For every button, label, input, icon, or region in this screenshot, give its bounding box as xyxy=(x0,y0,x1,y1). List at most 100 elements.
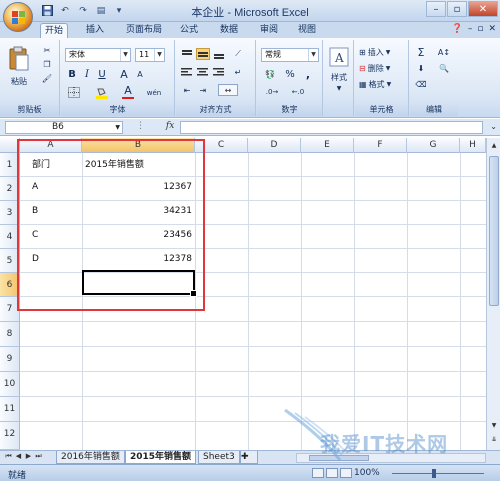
column-header-g[interactable]: G xyxy=(407,138,460,153)
row-header-9[interactable]: 9 xyxy=(0,347,20,372)
merge-center-icon[interactable]: ↔ xyxy=(216,84,240,96)
tab-home[interactable]: 开始 xyxy=(40,23,69,38)
cell-a3[interactable]: B xyxy=(32,206,38,216)
find-select-icon[interactable]: 🔍 xyxy=(434,62,454,74)
ribbon-close-icon[interactable]: ✕ xyxy=(488,24,496,34)
column-header-a[interactable]: A xyxy=(20,138,82,153)
percent-button[interactable]: % xyxy=(283,68,297,80)
bold-button[interactable]: B xyxy=(65,68,79,81)
last-sheet-icon[interactable]: ⏭ xyxy=(34,452,43,461)
maximize-icon[interactable]: ▫ xyxy=(447,1,467,17)
ribbon-restore-icon[interactable]: ▫ xyxy=(477,24,483,34)
format-painter-icon[interactable]: 🖌 xyxy=(40,72,54,84)
font-size-combo[interactable]: 11 ▼ xyxy=(135,48,165,62)
clear-icon[interactable]: ⌫ xyxy=(412,78,430,90)
ribbon-minimize-icon[interactable]: – xyxy=(468,24,473,34)
borders-icon[interactable] xyxy=(65,86,83,99)
row-header-3[interactable]: 3 xyxy=(0,201,20,225)
fill-color-icon[interactable] xyxy=(93,86,111,99)
scroll-up-icon[interactable]: ▲ xyxy=(488,140,500,152)
office-button[interactable] xyxy=(3,2,33,32)
select-all-corner[interactable] xyxy=(0,138,20,153)
cell-a1[interactable]: 部门 xyxy=(32,157,50,170)
sheet-tab-2016[interactable]: 2016年销售额 xyxy=(56,451,125,464)
tab-review[interactable]: 审阅 xyxy=(256,23,282,38)
scroll-down-icon[interactable]: ▼ xyxy=(488,420,500,432)
row-header-1[interactable]: 1 xyxy=(0,153,20,177)
align-right-icon[interactable] xyxy=(212,66,226,78)
horizontal-scroll-thumb[interactable] xyxy=(309,455,369,461)
cell-b1[interactable]: 2015年销售额 xyxy=(85,157,144,170)
next-sheet-icon[interactable]: ▶ xyxy=(24,452,33,461)
insert-function-button[interactable]: fx xyxy=(166,121,174,131)
cell-a4[interactable]: C xyxy=(32,230,38,240)
cell-b3[interactable]: 34231 xyxy=(85,206,192,216)
vertical-scrollbar[interactable]: ▲ ▼ ⇊ xyxy=(486,138,500,450)
row-header-5[interactable]: 5 xyxy=(0,249,20,273)
decrease-indent-icon[interactable]: ⇤ xyxy=(180,84,194,96)
zoom-slider-knob[interactable] xyxy=(432,469,436,478)
font-name-combo[interactable]: 宋体 ▼ xyxy=(65,48,131,62)
column-header-b[interactable]: B xyxy=(82,138,195,153)
increase-indent-icon[interactable]: ⇥ xyxy=(196,84,210,96)
worksheet-grid[interactable] xyxy=(20,153,486,450)
format-cells-button[interactable]: ▦ 格式 ▼ xyxy=(359,78,407,90)
row-header-7[interactable]: 7 xyxy=(0,297,20,322)
delete-cells-button[interactable]: ⊟ 删除 ▼ xyxy=(359,62,407,74)
sort-filter-icon[interactable]: A↕ xyxy=(434,46,454,58)
help-icon[interactable]: ❓ xyxy=(452,24,463,34)
cut-icon[interactable]: ✂ xyxy=(40,44,54,56)
sheet-tab-sheet3[interactable]: Sheet3 xyxy=(198,451,240,464)
tab-page-layout[interactable]: 页面布局 xyxy=(122,23,166,38)
increase-decimal-icon[interactable]: .0→ xyxy=(261,86,283,98)
column-header-f[interactable]: F xyxy=(354,138,407,153)
styles-icon[interactable]: A xyxy=(328,46,350,68)
currency-icon[interactable]: 💱 xyxy=(261,68,279,80)
phonetic-button[interactable]: wén xyxy=(145,86,163,99)
row-header-4[interactable]: 4 xyxy=(0,225,20,249)
row-header-10[interactable]: 10 xyxy=(0,372,20,397)
number-format-combo[interactable]: 常规 ▼ xyxy=(261,48,319,62)
insert-cells-button[interactable]: ⊞ 插入 ▼ xyxy=(359,46,407,58)
row-header-8[interactable]: 8 xyxy=(0,322,20,347)
tab-insert[interactable]: 插入 xyxy=(82,23,108,38)
page-layout-view-icon[interactable] xyxy=(326,468,338,478)
decrease-decimal-icon[interactable]: ←.0 xyxy=(287,86,309,98)
expand-formula-icon[interactable]: ⌄ xyxy=(490,122,497,131)
prev-sheet-icon[interactable]: ◀ xyxy=(14,452,23,461)
vertical-scroll-thumb[interactable] xyxy=(489,156,499,306)
align-left-icon[interactable] xyxy=(180,66,194,78)
column-header-h[interactable]: H xyxy=(460,138,486,153)
align-bottom-icon[interactable] xyxy=(212,48,226,60)
align-center-icon[interactable] xyxy=(196,66,210,78)
cell-b4[interactable]: 23456 xyxy=(85,230,192,240)
italic-button[interactable]: I xyxy=(80,68,94,81)
column-header-c[interactable]: C xyxy=(195,138,248,153)
scroll-page-icon[interactable]: ⇊ xyxy=(488,434,500,446)
styles-label[interactable]: 样式 xyxy=(324,72,354,82)
cell-b5[interactable]: 12378 xyxy=(85,254,192,264)
column-header-d[interactable]: D xyxy=(248,138,301,153)
font-color-button[interactable]: A xyxy=(119,84,137,99)
row-header-12[interactable]: 12 xyxy=(0,422,20,450)
cell-a5[interactable]: D xyxy=(32,254,39,264)
minimize-icon[interactable]: – xyxy=(426,1,446,17)
align-top-icon[interactable] xyxy=(180,48,194,60)
copy-icon[interactable]: ❐ xyxy=(40,58,54,70)
underline-button[interactable]: U xyxy=(95,68,109,81)
formula-input[interactable] xyxy=(180,121,483,134)
tab-view[interactable]: 视图 xyxy=(294,23,320,38)
shrink-font-button[interactable]: A xyxy=(133,68,147,81)
active-cell-b6[interactable] xyxy=(82,270,197,297)
column-header-e[interactable]: E xyxy=(301,138,354,153)
zoom-slider[interactable] xyxy=(392,473,484,474)
cell-a2[interactable]: A xyxy=(32,182,38,192)
page-break-view-icon[interactable] xyxy=(340,468,352,478)
row-header-2[interactable]: 2 xyxy=(0,177,20,201)
cell-b2[interactable]: 12367 xyxy=(85,182,192,192)
first-sheet-icon[interactable]: ⏮ xyxy=(4,452,13,461)
horizontal-scrollbar[interactable] xyxy=(296,453,486,463)
grow-font-button[interactable]: A xyxy=(117,68,131,81)
normal-view-icon[interactable] xyxy=(312,468,324,478)
tab-formulas[interactable]: 公式 xyxy=(176,23,202,38)
